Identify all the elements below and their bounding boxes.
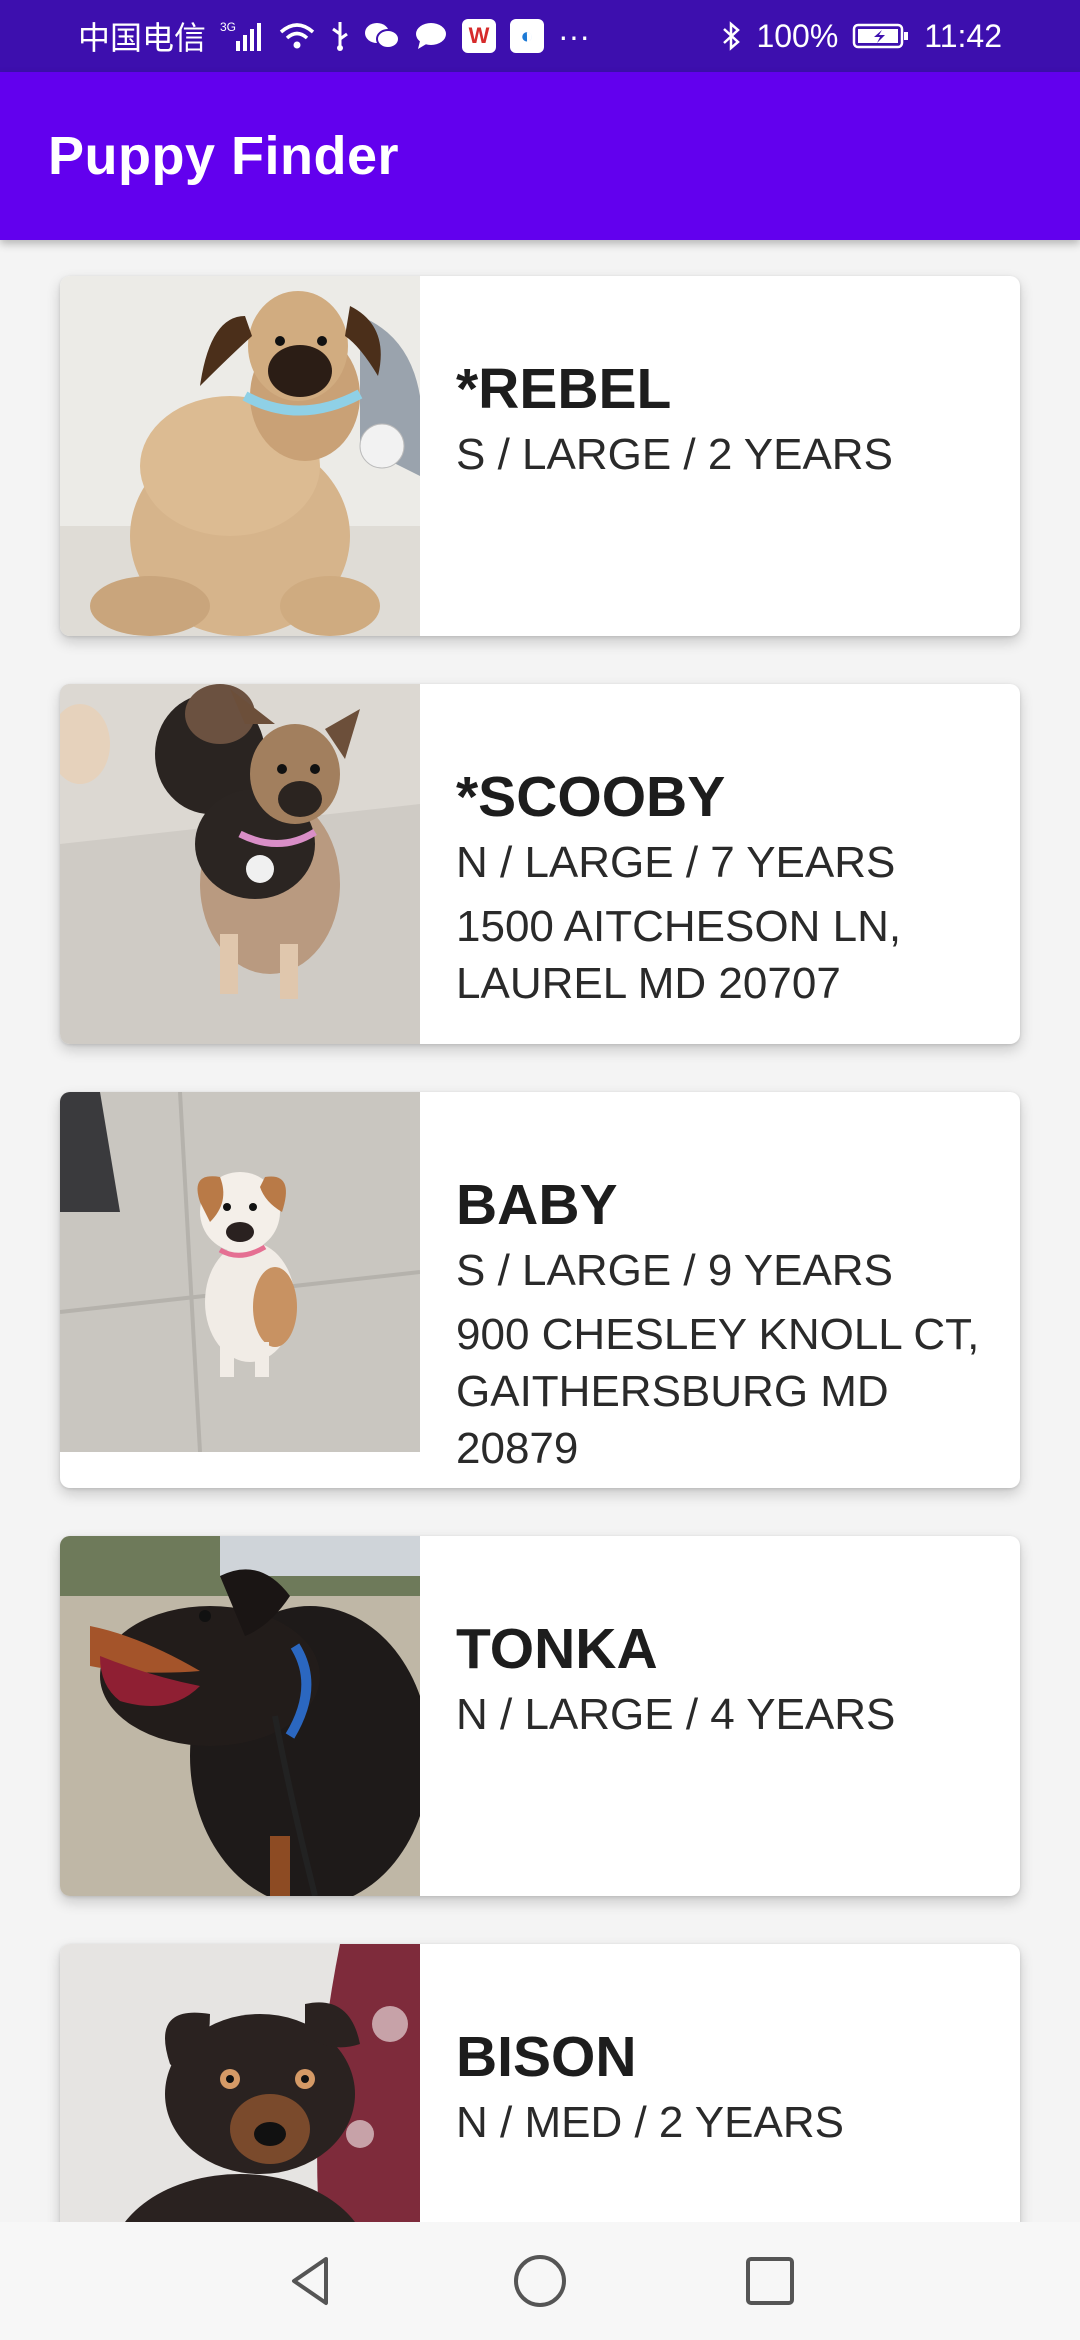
app-bar: Puppy Finder xyxy=(0,72,1080,240)
wifi-icon xyxy=(278,16,316,56)
clock: 11:42 xyxy=(924,17,1002,54)
puppy-name: BISON xyxy=(456,2025,637,2089)
puppy-card[interactable]: TONKA N / LARGE / 4 YEARS xyxy=(60,1536,1020,1896)
puppy-details: N / MED / 2 YEARS xyxy=(456,2098,844,2147)
signal-icon: 3G xyxy=(220,16,264,56)
puppy-photo xyxy=(60,1944,420,2222)
puppy-card[interactable]: BABY S / LARGE / 9 YEARS 900 CHESLEY KNO… xyxy=(60,1092,1020,1488)
carrier-label: 中国电信 xyxy=(78,20,207,56)
browser-icon: ◐ xyxy=(510,19,545,53)
app-title: Puppy Finder xyxy=(48,126,400,186)
puppy-details: N / LARGE / 7 YEARS xyxy=(456,838,896,887)
puppy-details: S / LARGE / 2 YEARS xyxy=(456,430,893,479)
puppy-details: S / LARGE / 9 YEARS xyxy=(456,1246,893,1295)
puppy-details: N / LARGE / 4 YEARS xyxy=(456,1690,896,1739)
puppy-name: *REBEL xyxy=(456,357,672,421)
home-icon[interactable] xyxy=(510,2251,570,2311)
bluetooth-icon xyxy=(720,16,742,56)
wps-icon: W xyxy=(462,19,497,53)
puppy-photo xyxy=(60,276,420,636)
battery-percent: 100% xyxy=(756,17,839,54)
puppy-photo xyxy=(60,684,420,1044)
puppy-card[interactable]: *SCOOBY N / LARGE / 7 YEARS 1500 AITCHES… xyxy=(60,684,1020,1044)
navigation-bar xyxy=(0,2222,1080,2340)
puppy-name: TONKA xyxy=(456,1617,658,1681)
puppy-name: *SCOOBY xyxy=(456,765,726,829)
battery-icon xyxy=(852,16,910,56)
usb-icon xyxy=(330,16,350,56)
puppy-photo xyxy=(60,1092,420,1488)
wechat-icon xyxy=(364,16,401,56)
puppy-name: BABY xyxy=(456,1173,618,1237)
more-icon: ··· xyxy=(558,17,590,54)
svg-text:3G: 3G xyxy=(220,20,236,34)
puppy-card[interactable]: *REBEL S / LARGE / 2 YEARS xyxy=(60,276,1020,636)
puppy-card[interactable]: BISON N / MED / 2 YEARS xyxy=(60,1944,1020,2222)
message-icon xyxy=(414,16,448,56)
puppy-photo xyxy=(60,1536,420,1896)
status-bar: 中国电信 3G W ◐ ··· 100% 11:42 xyxy=(0,0,1080,72)
puppy-address: 900 CHESLEY KNOLL CT, GAITHERSBURG MD 20… xyxy=(456,1310,980,1473)
recents-icon[interactable] xyxy=(740,2251,800,2311)
puppy-address: 1500 AITCHESON LN, LAUREL MD 20707 xyxy=(456,902,902,1008)
puppy-list[interactable]: *REBEL S / LARGE / 2 YEARS *SCOOBY N / L… xyxy=(0,240,1080,2222)
back-icon[interactable] xyxy=(280,2251,340,2311)
